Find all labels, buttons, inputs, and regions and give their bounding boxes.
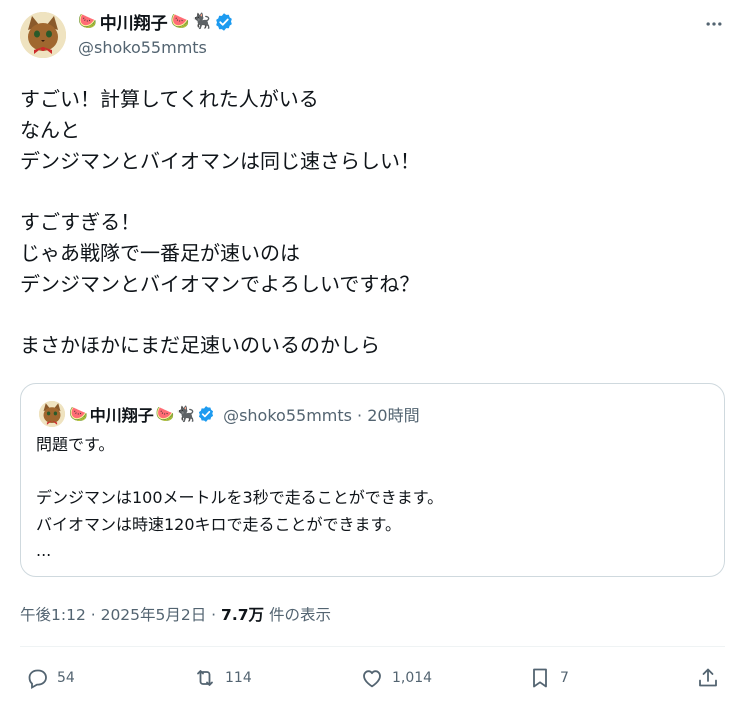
black-cat-emoji: 🐈‍⬛ bbox=[176, 404, 196, 423]
author-display-name[interactable]: 中川翔子 bbox=[100, 9, 168, 34]
heart-icon bbox=[363, 670, 381, 688]
quoted-author-name-row: 🍉 中川翔子 🍉 🐈‍⬛ bbox=[69, 402, 215, 426]
bookmark-button[interactable]: 7 bbox=[528, 663, 569, 693]
reply-button[interactable]: 54 bbox=[25, 663, 75, 693]
reply-count: 54 bbox=[57, 670, 75, 686]
more-options-button[interactable] bbox=[700, 10, 728, 38]
verified-badge-icon bbox=[199, 406, 214, 422]
views-label: 件の表示 bbox=[264, 606, 331, 624]
quoted-post-header: 🍉 中川翔子 🍉 🐈‍⬛ @shoko55mmts · 20時間 bbox=[39, 401, 420, 427]
more-horizontal-icon bbox=[706, 22, 722, 26]
share-button[interactable] bbox=[696, 663, 720, 693]
actions-divider bbox=[20, 646, 725, 647]
bookmark-count: 7 bbox=[560, 670, 569, 686]
post-text: すごい！計算してくれた人がいる なんと デンジマンとバイオマンは同じ速さらしい！… bbox=[20, 87, 420, 358]
watermelon-emoji: 🍉 bbox=[69, 404, 88, 423]
bookmark-icon bbox=[533, 668, 547, 688]
post-timestamp[interactable]: 午後1:12 · 2025年5月2日 · bbox=[20, 606, 221, 624]
post-metadata: 午後1:12 · 2025年5月2日 · 7.7万 件の表示 bbox=[20, 603, 331, 625]
black-cat-emoji: 🐈‍⬛ bbox=[192, 12, 212, 30]
post-actions-bar: 54 114 1,014 7 bbox=[20, 663, 725, 693]
cat-avatar-image bbox=[20, 12, 66, 58]
repost-count: 114 bbox=[225, 670, 252, 686]
like-count: 1,014 bbox=[392, 670, 433, 686]
views-count: 7.7万 bbox=[221, 606, 265, 624]
quoted-post-text: 問題です。 デンジマンは100メートルを3秒で走ることができます。 バイオマンは… bbox=[36, 435, 444, 560]
quoted-post-card[interactable]: 🍉 中川翔子 🍉 🐈‍⬛ @shoko55mmts · 20時間 問題です。 デ… bbox=[20, 383, 725, 577]
watermelon-emoji: 🍉 bbox=[155, 404, 175, 423]
reply-icon bbox=[28, 669, 47, 690]
share-icon bbox=[699, 668, 717, 687]
quoted-author-avatar bbox=[39, 401, 65, 427]
author-name-row[interactable]: 🍉 中川翔子 🍉 🐈‍⬛ bbox=[78, 9, 234, 34]
watermelon-emoji: 🍉 bbox=[78, 12, 97, 30]
author-handle[interactable]: @shoko55mmts bbox=[78, 38, 207, 57]
quoted-handle-and-time: @shoko55mmts · 20時間 bbox=[223, 406, 420, 425]
cat-avatar-image bbox=[39, 401, 65, 427]
author-avatar[interactable] bbox=[20, 12, 66, 58]
repost-icon bbox=[197, 670, 213, 686]
repost-button[interactable]: 114 bbox=[193, 663, 252, 693]
verified-badge-icon bbox=[216, 12, 232, 31]
watermelon-emoji: 🍉 bbox=[170, 12, 190, 30]
quoted-author-display-name: 中川翔子 bbox=[89, 406, 154, 425]
like-button[interactable]: 1,014 bbox=[360, 663, 432, 693]
